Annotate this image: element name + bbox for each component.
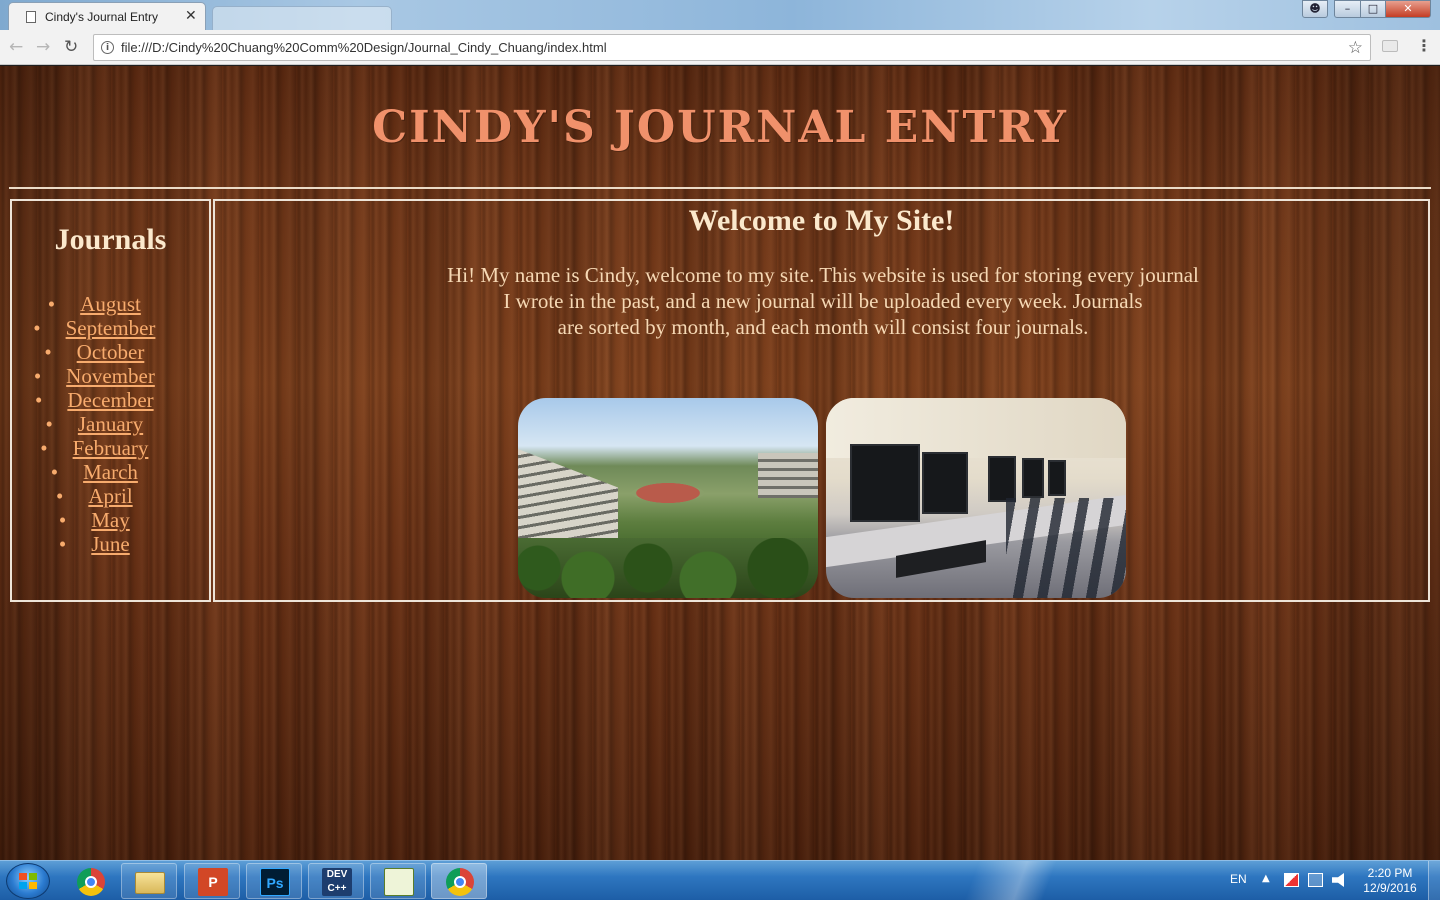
tab-close-icon[interactable]: ✕ — [185, 8, 197, 24]
url-text[interactable]: file:///D:/Cindy%20Chuang%20Comm%20Desig… — [121, 40, 607, 55]
close-window-button[interactable]: ✕ — [1385, 0, 1431, 18]
month-link-january[interactable]: January — [78, 412, 143, 436]
info-icon[interactable]: i — [101, 41, 114, 54]
system-clock[interactable]: 2:20 PM 12/9/2016 — [1360, 866, 1420, 896]
browser-toolbar: ← → ↻ i file:///D:/Cindy%20Chuang%20Comm… — [0, 30, 1440, 65]
user-profile-button[interactable]: ☻ — [1302, 0, 1328, 18]
start-button[interactable] — [6, 863, 50, 899]
tab-inactive[interactable] — [212, 6, 392, 30]
month-list: August September October November Decemb… — [12, 292, 209, 556]
month-link-may[interactable]: May — [91, 508, 130, 532]
campus-building — [518, 449, 618, 548]
extension-icon[interactable] — [1382, 40, 1398, 52]
taskbar-dev-cpp[interactable]: DEV C++ — [308, 863, 364, 899]
intro-paragraph: Hi! My name is Cindy, welcome to my site… — [385, 262, 1261, 340]
month-link-august[interactable]: August — [80, 292, 141, 316]
month-item: May — [12, 508, 209, 532]
month-item: January — [12, 412, 209, 436]
network-icon[interactable] — [1308, 873, 1323, 887]
action-center-flag-icon[interactable] — [1284, 873, 1299, 887]
chrome-icon — [77, 868, 105, 896]
sidebar-heading: Journals — [54, 223, 167, 256]
clock-time: 2:20 PM — [1367, 866, 1413, 880]
computer-lab-photo — [826, 398, 1126, 598]
browser-tab-strip: Cindy's Journal Entry ✕ ☻ – □ ✕ — [0, 0, 1440, 30]
monitor — [922, 452, 968, 514]
month-link-december[interactable]: December — [67, 388, 153, 412]
month-link-september[interactable]: September — [66, 316, 156, 340]
site-title: Cindy's Journal Entry — [372, 102, 1068, 153]
campus-photo — [518, 398, 818, 598]
windows-taskbar: P Ps DEV C++ EN ▲ 2:20 PM 12/9/2016 — [0, 860, 1440, 900]
folder-icon — [135, 872, 165, 894]
month-item: March — [12, 460, 209, 484]
taskbar-chrome-active[interactable] — [431, 863, 487, 899]
header-divider — [9, 187, 1431, 189]
campus-trees — [518, 538, 818, 598]
taskbar-sheen — [940, 861, 1120, 900]
page-viewport: Cindy's Journal Entry Journals August Se… — [0, 66, 1440, 860]
month-link-june[interactable]: June — [91, 532, 130, 556]
clock-date: 12/9/2016 — [1363, 881, 1417, 895]
month-item: August — [12, 292, 209, 316]
main-content-panel: Welcome to My Site! Hi! My name is Cindy… — [213, 199, 1430, 602]
volume-icon[interactable] — [1332, 873, 1344, 887]
dev-cpp-icon: DEV C++ — [322, 868, 352, 896]
month-link-march[interactable]: March — [83, 460, 138, 484]
journals-sidebar: Journals August September October Novemb… — [10, 199, 211, 602]
chrome-icon — [446, 868, 474, 896]
tray-expand-icon[interactable]: ▲ — [1262, 873, 1270, 884]
taskbar-file-explorer[interactable] — [121, 863, 177, 899]
month-item: June — [12, 532, 209, 556]
windows-logo-icon — [19, 873, 37, 889]
tab-active[interactable]: Cindy's Journal Entry ✕ — [8, 2, 206, 30]
language-indicator[interactable]: EN — [1230, 872, 1247, 886]
campus-building-far — [758, 453, 818, 498]
intro-line-3: are sorted by month, and each month will… — [557, 315, 1089, 339]
month-link-october[interactable]: October — [77, 340, 145, 364]
monitor — [988, 456, 1016, 502]
month-item: October — [12, 340, 209, 364]
star-icon[interactable]: ☆ — [1348, 38, 1363, 58]
monitor — [850, 444, 920, 522]
taskbar-photoshop[interactable]: Ps — [246, 863, 302, 899]
arrow-left-icon[interactable]: ← — [9, 37, 23, 57]
monitor — [1048, 460, 1066, 496]
photoshop-icon: Ps — [260, 868, 290, 896]
taskbar-notepad[interactable] — [370, 863, 426, 899]
powerpoint-icon: P — [198, 868, 228, 896]
welcome-heading: Welcome to My Site! — [688, 204, 955, 237]
month-link-february[interactable]: February — [73, 436, 149, 460]
tab-title: Cindy's Journal Entry — [45, 10, 159, 24]
month-link-november[interactable]: November — [66, 364, 155, 388]
arrow-right-icon[interactable]: → — [36, 37, 50, 57]
maximize-button[interactable]: □ — [1360, 0, 1386, 18]
address-bar[interactable]: i file:///D:/Cindy%20Chuang%20Comm%20Des… — [93, 34, 1371, 61]
month-item: September — [12, 316, 209, 340]
taskbar-powerpoint[interactable]: P — [184, 863, 240, 899]
month-item: December — [12, 388, 209, 412]
taskbar-chrome-pinned[interactable] — [62, 863, 118, 899]
month-item: November — [12, 364, 209, 388]
lab-chairs — [1006, 498, 1126, 598]
month-item: April — [12, 484, 209, 508]
notepad-icon — [384, 868, 414, 896]
minimize-button[interactable]: – — [1334, 0, 1361, 18]
intro-line-1: Hi! My name is Cindy, welcome to my site… — [447, 263, 1199, 287]
month-item: February — [12, 436, 209, 460]
show-desktop-button[interactable] — [1428, 861, 1440, 900]
kebab-menu-icon[interactable]: ⋮ — [1416, 36, 1432, 55]
month-link-april[interactable]: April — [88, 484, 132, 508]
reload-icon[interactable]: ↻ — [64, 37, 78, 57]
page-icon — [26, 11, 36, 23]
intro-line-2: I wrote in the past, and a new journal w… — [503, 289, 1143, 313]
monitor — [1022, 458, 1044, 498]
